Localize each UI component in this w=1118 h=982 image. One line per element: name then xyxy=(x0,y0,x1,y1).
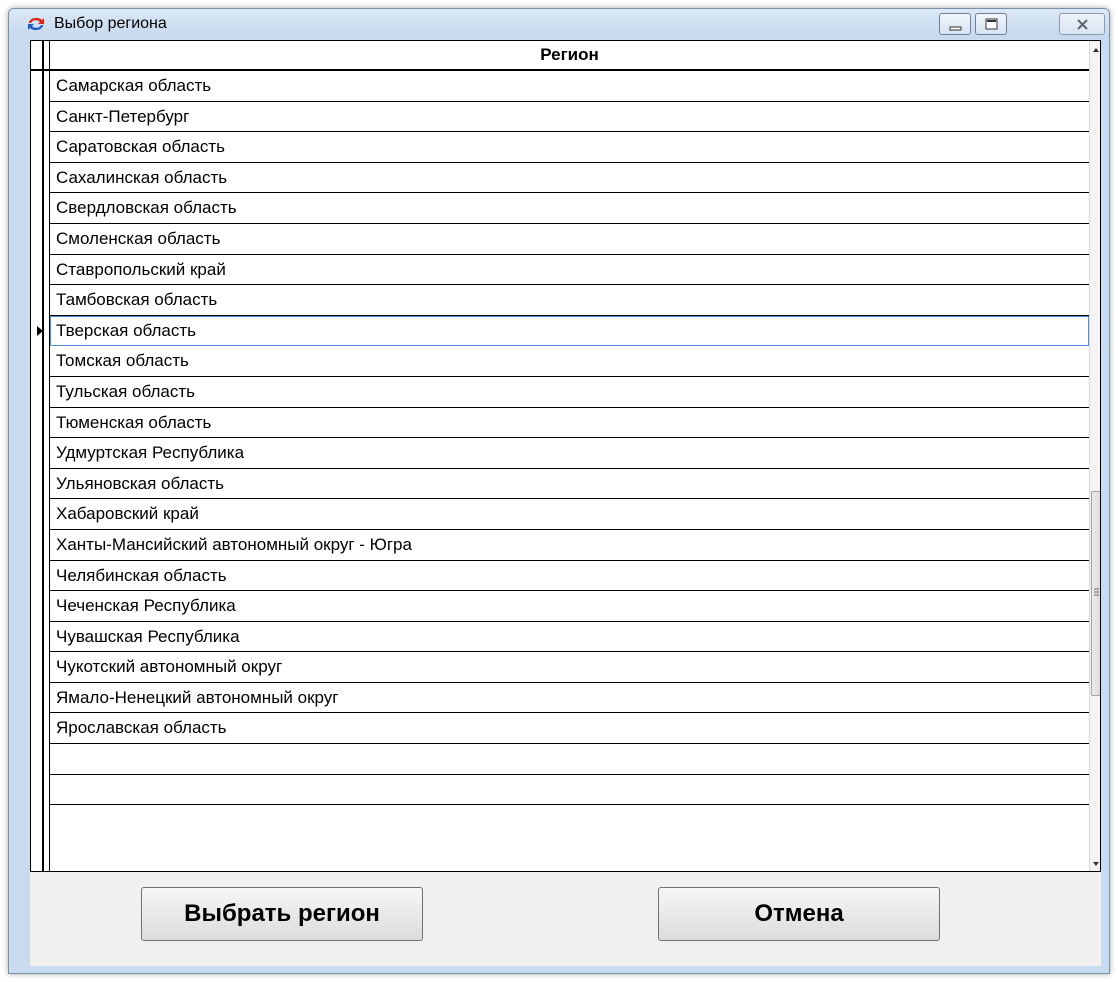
scroll-up-icon[interactable] xyxy=(1090,41,1101,59)
region-cell: Самарская область xyxy=(56,76,212,95)
table-row[interactable] xyxy=(50,744,1089,775)
minimize-button[interactable] xyxy=(939,13,971,35)
column-header-region[interactable]: Регион xyxy=(50,41,1089,71)
table-row[interactable]: Тульская область xyxy=(50,377,1089,408)
region-cell: Ставропольский край xyxy=(56,259,226,279)
table-row[interactable]: Томская область xyxy=(50,346,1089,377)
scroll-down-icon[interactable] xyxy=(1090,855,1101,872)
table-row[interactable]: Смоленская область xyxy=(50,224,1089,255)
scroll-thumb[interactable] xyxy=(1091,491,1100,696)
table-row[interactable]: Самарская область xyxy=(50,71,1089,102)
region-cell: Чувашская Республика xyxy=(56,626,240,646)
title-bar[interactable]: Выбор региона xyxy=(9,9,1109,39)
grid-rows: Самарская область Санкт-Петербург Саратовс… xyxy=(37,71,1089,806)
table-row[interactable]: Ханты-Мансийский автономный округ - Югра xyxy=(50,530,1089,561)
cancel-button[interactable]: Отмена xyxy=(658,887,940,941)
table-row[interactable]: Челябинская область xyxy=(50,561,1089,592)
table-row[interactable]: Саратовская область xyxy=(50,132,1089,163)
table-row[interactable]: Тамбовская область xyxy=(50,285,1089,316)
table-row[interactable]: Тюменская область xyxy=(50,408,1089,439)
table-row[interactable]: Чувашская Республика xyxy=(50,622,1089,653)
table-row[interactable]: Ямало-Ненецкий автономный округ xyxy=(50,683,1089,714)
region-grid[interactable]: Регион Самарская область Санкт-Петербург С… xyxy=(30,40,1101,872)
region-cell: Удмуртская Республика xyxy=(56,443,245,463)
region-cell: Ханты-Мансийский автономный округ - Югра xyxy=(56,534,412,554)
region-select-window: Выбор региона Регион Самарская область С… xyxy=(8,8,1110,974)
select-region-button[interactable]: Выбрать регион xyxy=(141,887,423,941)
table-row[interactable]: Сахалинская область xyxy=(50,163,1089,194)
table-row[interactable]: Чеченская Республика xyxy=(50,591,1089,622)
region-cell: Саратовская область xyxy=(56,137,225,157)
region-cell: Томская область xyxy=(56,351,189,371)
region-cell: Санкт-Петербург xyxy=(56,106,190,126)
region-cell: Ярославская область xyxy=(56,718,227,738)
close-icon xyxy=(1077,19,1088,30)
maximize-icon xyxy=(985,18,998,30)
table-row[interactable]: Удмуртская Республика xyxy=(50,438,1089,469)
table-row[interactable]: Ярославская область xyxy=(50,713,1089,745)
region-cell: Тюменская область xyxy=(56,412,212,432)
region-cell: Тульская область xyxy=(56,381,195,401)
row-indicator-column xyxy=(31,41,50,871)
region-cell: Хабаровский край xyxy=(56,504,199,524)
close-button[interactable] xyxy=(1059,13,1105,35)
region-cell: Тверская область xyxy=(56,320,197,340)
region-cell: Сахалинская область xyxy=(56,167,228,187)
table-row[interactable]: Свердловская область xyxy=(50,193,1089,224)
table-row-selected[interactable]: Тверская область xyxy=(37,315,1089,347)
maximize-button[interactable] xyxy=(975,13,1007,35)
table-row[interactable] xyxy=(50,775,1089,806)
table-row[interactable]: Хабаровский край xyxy=(50,499,1089,530)
region-cell: Чукотский автономный округ xyxy=(56,657,283,677)
current-row-pointer-icon xyxy=(37,325,43,336)
region-cell: Ямало-Ненецкий автономный округ xyxy=(56,687,339,707)
minimize-icon xyxy=(949,26,962,31)
region-cell: Тамбовская область xyxy=(56,290,218,310)
window-title: Выбор региона xyxy=(54,15,167,32)
app-refresh-icon xyxy=(26,15,46,33)
scroll-grip-icon xyxy=(1094,588,1099,596)
table-row[interactable]: Ставропольский край xyxy=(50,255,1089,286)
header-corner xyxy=(31,41,49,71)
table-row[interactable]: Санкт-Петербург xyxy=(50,102,1089,133)
table-row[interactable]: Чукотский автономный округ xyxy=(50,652,1089,683)
region-cell: Смоленская область xyxy=(56,228,221,248)
table-row[interactable]: Ульяновская область xyxy=(50,469,1089,500)
region-cell: Чеченская Республика xyxy=(56,596,236,616)
dialog-body: Регион Самарская область Санкт-Петербург С… xyxy=(30,40,1101,966)
region-cell: Челябинская область xyxy=(56,565,227,585)
region-cell: Свердловская область xyxy=(56,198,237,218)
region-cell: Ульяновская область xyxy=(56,473,224,493)
vertical-scrollbar[interactable] xyxy=(1089,41,1101,872)
